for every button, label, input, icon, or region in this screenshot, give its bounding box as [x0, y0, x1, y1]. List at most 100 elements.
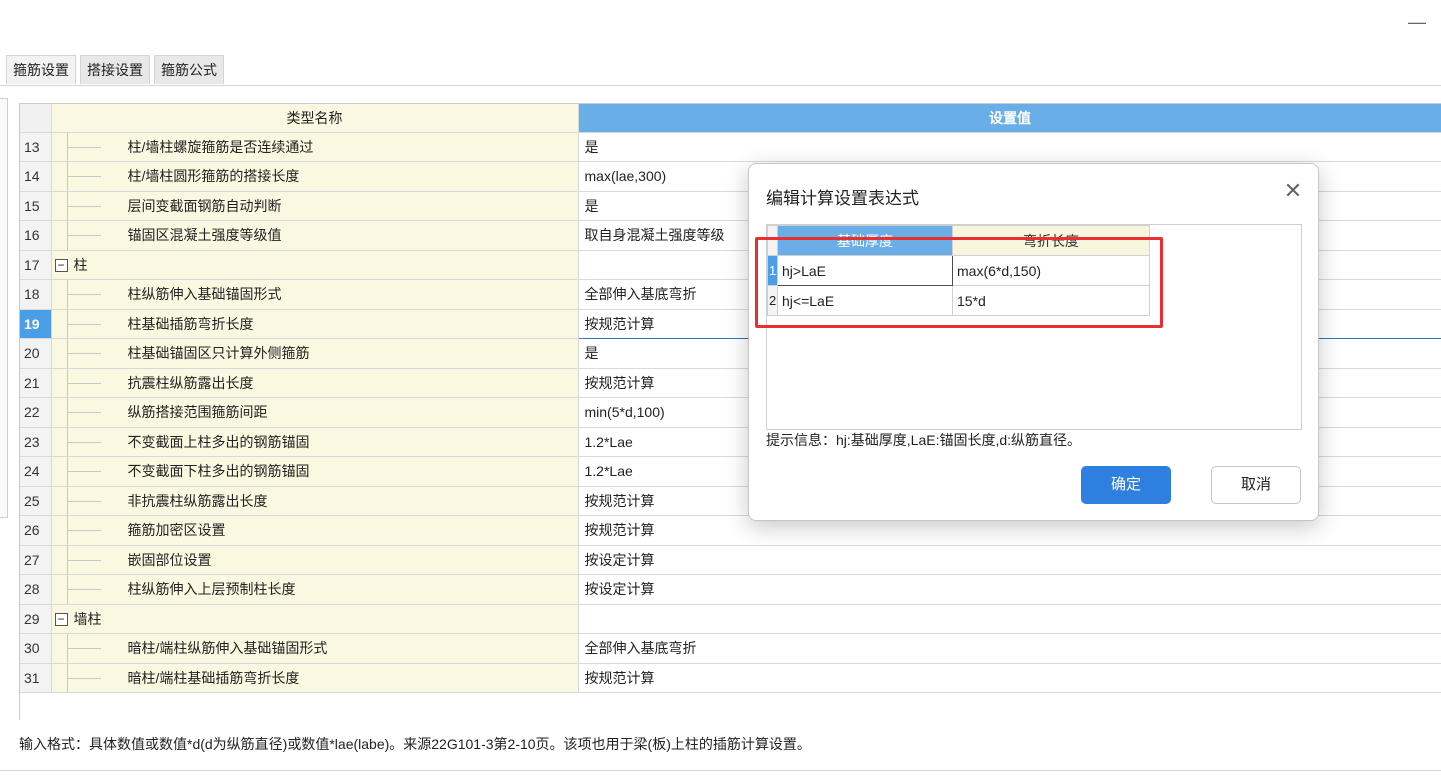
dialog-title: 编辑计算设置表达式 — [766, 189, 919, 208]
tree-branch-line — [66, 176, 101, 178]
row-number: 26 — [20, 515, 52, 546]
item-label: 柱/墙柱螺旋箍筋是否连续通过 — [127, 138, 314, 155]
tab-lap-settings[interactable]: 搭接设置 — [80, 55, 150, 84]
tree-branch-line — [66, 441, 101, 443]
tree-branch-line — [66, 471, 101, 473]
tree-branch-line — [66, 589, 101, 591]
item-label: 柱/墙柱圆形箍筋的搭接长度 — [127, 168, 300, 184]
tree-branch-line — [66, 382, 101, 384]
type-name-cell: 锚固区混凝土强度等级值 — [51, 220, 579, 251]
row-number: 27 — [20, 545, 52, 575]
table-row[interactable]: 30 暗柱/端柱纵筋伸入基础锚固形式 全部伸入基底弯折 — [20, 633, 1441, 664]
type-name-cell: 柱/墙柱圆形箍筋的搭接长度 — [51, 161, 579, 192]
tree-branch-line — [66, 323, 101, 325]
item-label: 锚固区混凝土强度等级值 — [127, 227, 282, 243]
row-number: 23 — [20, 427, 52, 457]
row-number: 17 — [20, 250, 52, 280]
group-label: 墙柱 — [73, 610, 102, 627]
tree-branch-line — [66, 530, 101, 532]
setting-value-cell[interactable]: 按设定计算 — [578, 574, 1441, 605]
tree-branch-line — [66, 500, 101, 502]
tree-branch-line — [66, 353, 101, 355]
ok-button[interactable]: 确定 — [1081, 466, 1171, 504]
type-name-cell: 柱/墙柱螺旋箍筋是否连续通过 — [51, 132, 579, 162]
item-label: 柱基础锚固区只计算外侧箍筋 — [127, 345, 310, 361]
item-label: 纵筋搭接范围箍筋间距 — [127, 404, 268, 420]
type-name-cell: − 墙柱 — [51, 604, 579, 634]
item-label: 嵌固部位设置 — [127, 551, 212, 568]
collapse-toggle-icon[interactable]: − — [54, 258, 68, 272]
item-label: 抗震柱纵筋露出长度 — [127, 374, 254, 391]
type-name-cell: 箍筋加密区设置 — [51, 515, 579, 546]
row-number: 14 — [20, 161, 52, 192]
item-label: 箍筋加密区设置 — [127, 522, 226, 538]
row-number: 20 — [20, 338, 52, 369]
item-label: 柱纵筋伸入基础锚固形式 — [127, 286, 282, 302]
row-number: 22 — [20, 397, 52, 428]
setting-value-cell[interactable]: 按设定计算 — [578, 545, 1441, 575]
item-label: 层间变截面钢筋自动判断 — [127, 197, 282, 214]
row-number: 24 — [20, 456, 52, 487]
tree-branch-line — [66, 146, 101, 148]
minimize-button[interactable]: — — [1405, 10, 1429, 34]
type-name-cell: 嵌固部位设置 — [51, 545, 579, 575]
type-name-cell: 抗震柱纵筋露出长度 — [51, 368, 579, 398]
type-name-cell: 不变截面下柱多出的钢筋锚固 — [51, 456, 579, 487]
type-name-cell: − 柱 — [51, 250, 579, 280]
table-row[interactable]: 31 暗柱/端柱基础插筋弯折长度 按规范计算 — [20, 663, 1441, 693]
highlight-annotation-box — [755, 237, 1163, 328]
bottom-divider — [0, 770, 1441, 771]
tree-branch-line — [66, 559, 101, 561]
item-label: 不变截面下柱多出的钢筋锚固 — [127, 463, 310, 479]
left-panel-edge — [0, 98, 8, 518]
tree-branch-line — [66, 294, 101, 296]
tree-branch-line — [66, 412, 101, 414]
type-name-cell: 非抗震柱纵筋露出长度 — [51, 486, 579, 516]
cancel-button[interactable]: 取消 — [1211, 466, 1301, 504]
row-number: 18 — [20, 279, 52, 310]
tree-branch-line — [66, 648, 101, 650]
type-name-cell: 柱基础插筋弯折长度 — [51, 309, 579, 339]
type-name-cell: 柱纵筋伸入上层预制柱长度 — [51, 574, 579, 605]
setting-value-cell[interactable]: 全部伸入基底弯折 — [578, 633, 1441, 664]
type-name-cell: 暗柱/端柱纵筋伸入基础锚固形式 — [51, 633, 579, 664]
item-label: 非抗震柱纵筋露出长度 — [127, 492, 268, 509]
type-name-cell: 暗柱/端柱基础插筋弯折长度 — [51, 663, 579, 693]
settings-tabs: 箍筋设置 搭接设置 箍筋公式 — [6, 55, 224, 85]
row-number: 16 — [20, 220, 52, 251]
table-row[interactable]: 28 柱纵筋伸入上层预制柱长度 按设定计算 — [20, 574, 1441, 605]
row-number: 13 — [20, 132, 52, 162]
type-name-cell: 纵筋搭接范围箍筋间距 — [51, 397, 579, 428]
tree-branch-line — [66, 205, 101, 207]
input-format-hint: 输入格式：具体数值或数值*d(d为纵筋直径)或数值*lae(labe)。来源22… — [19, 736, 811, 752]
close-icon[interactable]: ✕ — [1281, 180, 1305, 204]
item-label: 柱基础插筋弯折长度 — [127, 315, 254, 332]
row-number: 25 — [20, 486, 52, 516]
tab-stirrup-settings[interactable]: 箍筋设置 — [6, 55, 76, 84]
type-name-cell: 柱纵筋伸入基础锚固形式 — [51, 279, 579, 310]
tabs-divider — [0, 85, 1441, 86]
tree-branch-line — [66, 235, 101, 237]
table-row[interactable]: 27 嵌固部位设置 按设定计算 — [20, 545, 1441, 575]
type-name-cell: 不变截面上柱多出的钢筋锚固 — [51, 427, 579, 457]
row-number: 30 — [20, 633, 52, 664]
type-name-header: 类型名称 — [51, 104, 579, 133]
setting-value-cell[interactable]: 按规范计算 — [578, 663, 1441, 693]
group-label: 柱 — [73, 256, 88, 273]
collapse-toggle-icon[interactable]: − — [54, 612, 68, 626]
item-label: 不变截面上柱多出的钢筋锚固 — [127, 433, 310, 450]
tab-stirrup-formula[interactable]: 箍筋公式 — [154, 55, 224, 84]
setting-value-cell[interactable]: 是 — [578, 132, 1441, 162]
table-row[interactable]: 13 柱/墙柱螺旋箍筋是否连续通过 是 — [20, 132, 1441, 162]
row-number: 31 — [20, 663, 52, 693]
row-number: 21 — [20, 368, 52, 398]
setting-value-header: 设置值 — [578, 104, 1441, 133]
item-label: 暗柱/端柱基础插筋弯折长度 — [127, 669, 300, 686]
dialog-hint: 提示信息：hj:基础厚度,LaE:锚固长度,d:纵筋直径。 — [766, 432, 1082, 448]
item-label: 柱纵筋伸入上层预制柱长度 — [127, 581, 296, 597]
setting-value-cell[interactable] — [578, 604, 1441, 634]
edit-expression-dialog: 编辑计算设置表达式 ✕ 基础厚度 弯折长度 1 hj>LaE max(6*d,1… — [748, 163, 1319, 521]
group-row[interactable]: 29− 墙柱 — [20, 604, 1441, 634]
row-number-header — [20, 104, 52, 133]
item-label: 暗柱/端柱纵筋伸入基础锚固形式 — [127, 640, 328, 656]
